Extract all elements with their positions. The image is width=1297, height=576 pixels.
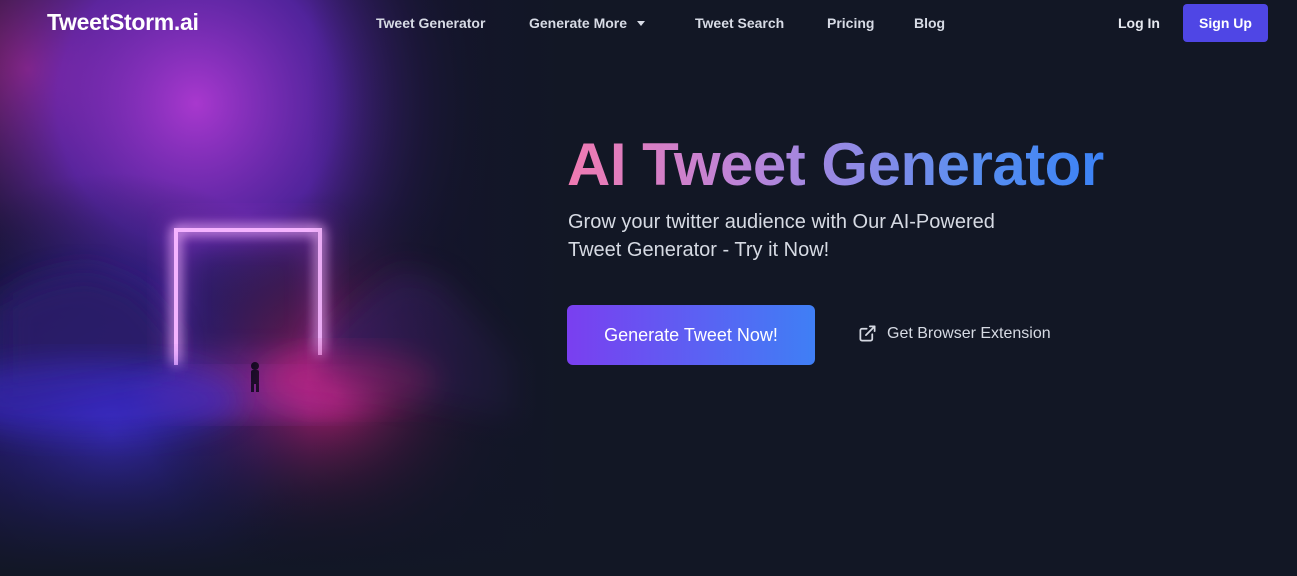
chevron-down-icon bbox=[637, 21, 646, 26]
browser-extension-link[interactable]: Get Browser Extension bbox=[858, 324, 1051, 343]
nav-link-pricing[interactable]: Pricing bbox=[827, 15, 874, 31]
browser-extension-label: Get Browser Extension bbox=[887, 324, 1051, 342]
top-navbar: TweetStorm.ai Tweet Generator Generate M… bbox=[0, 0, 1297, 46]
hero-illustration bbox=[0, 0, 560, 576]
nav-link-blog[interactable]: Blog bbox=[914, 15, 945, 31]
generate-tweet-button[interactable]: Generate Tweet Now! bbox=[567, 305, 815, 365]
hero-subheadline: Grow your twitter audience with Our AI-P… bbox=[568, 211, 995, 261]
nav-link-tweet-search[interactable]: Tweet Search bbox=[695, 15, 784, 31]
logo[interactable]: TweetStorm.ai bbox=[47, 9, 199, 36]
signup-button[interactable]: Sign Up bbox=[1183, 4, 1268, 42]
nav-link-tweet-generator[interactable]: Tweet Generator bbox=[376, 15, 485, 31]
hero-headline: AI Tweet Generator bbox=[567, 131, 1104, 198]
nav-link-generate-more-label: Generate More bbox=[529, 15, 628, 31]
nav-dropdown-generate-more[interactable]: Generate More bbox=[529, 15, 646, 31]
external-link-icon bbox=[858, 324, 877, 343]
login-link[interactable]: Log In bbox=[1118, 15, 1160, 31]
